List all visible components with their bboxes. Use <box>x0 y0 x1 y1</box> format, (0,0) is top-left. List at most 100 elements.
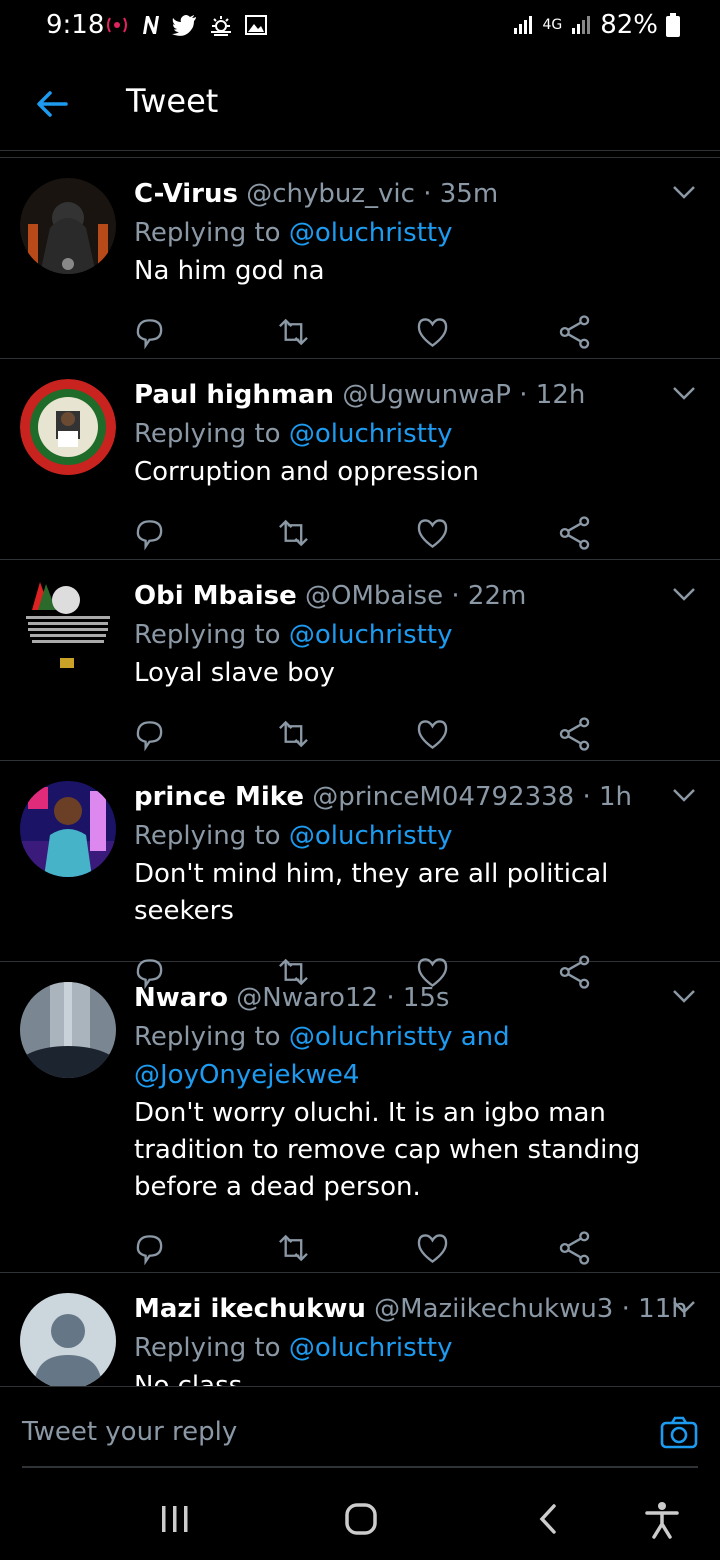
n-icon <box>143 16 159 34</box>
chevron-down-icon[interactable] <box>670 182 698 202</box>
replying-to: Replying to @oluchristty <box>134 415 700 453</box>
reply-to-link[interactable]: @oluchristty <box>289 1333 453 1363</box>
tweet[interactable]: Obi Mbaise @OMbaise · 22m Replying to @o… <box>0 560 720 761</box>
app-bar: Tweet <box>0 60 720 151</box>
display-name[interactable]: prince Mike <box>134 782 304 812</box>
retweet-icon[interactable] <box>276 312 418 352</box>
tweet-text: Don't mind him, they are all political s… <box>134 859 609 926</box>
replying-to-label: Replying to <box>134 1022 281 1052</box>
reply-icon[interactable] <box>134 1228 276 1268</box>
share-icon[interactable] <box>559 312 701 352</box>
share-icon[interactable] <box>559 1228 701 1268</box>
replying-to: Replying to @oluchristty and @JoyOnyejekw… <box>134 1018 700 1094</box>
user-handle: @Nwaro12 <box>236 983 379 1013</box>
weather-icon <box>211 16 231 36</box>
chevron-down-icon[interactable] <box>670 383 698 403</box>
back-arrow-icon[interactable] <box>32 84 72 124</box>
tweet[interactable]: prince Mike @princeM04792338 · 1h Replyi… <box>0 761 720 990</box>
avatar[interactable] <box>20 781 116 877</box>
tweet-header: Paul highman @UgwunwaP · 12h <box>134 375 700 415</box>
share-icon[interactable] <box>559 513 701 553</box>
reply-to-link[interactable]: @oluchristty <box>289 419 453 449</box>
tweet-header: C-Virus @chybuz_vic · 35m <box>134 174 700 214</box>
signal-icon-2 <box>572 16 591 34</box>
reply-to-link[interactable]: @oluchristty <box>289 821 453 851</box>
tweet-actions <box>134 513 700 553</box>
wireless-icon <box>107 17 127 33</box>
replying-to-label: Replying to <box>134 218 281 248</box>
twitter-icon <box>172 15 196 36</box>
like-icon[interactable] <box>417 714 559 754</box>
tweet[interactable]: Mazi ikechukwu @Maziikechukwu3 · 11h Rep… <box>0 1273 720 1386</box>
tweet[interactable]: C-Virus @chybuz_vic · 35m Replying to @o… <box>0 158 720 359</box>
tweet-time: · 15s <box>386 983 450 1013</box>
user-handle: @Maziikechukwu3 <box>374 1294 614 1324</box>
tweet-header: Nwaro @Nwaro12 · 15s <box>134 978 700 1018</box>
reply-icon[interactable] <box>134 513 276 553</box>
system-status: 4G 82% <box>512 10 680 40</box>
replying-to-label: Replying to <box>134 1333 281 1363</box>
chevron-down-icon[interactable] <box>670 986 698 1006</box>
recent-apps-icon[interactable] <box>156 1500 196 1540</box>
reply-to-link[interactable]: @oluchristty <box>289 620 453 650</box>
display-name[interactable]: Nwaro <box>134 983 228 1013</box>
tweet-header: prince Mike @princeM04792338 · 1h <box>134 777 700 817</box>
retweet-icon[interactable] <box>276 513 418 553</box>
tweet[interactable]: Paul highman @UgwunwaP · 12h Replying to… <box>0 359 720 560</box>
tweet-text: Na him god na <box>134 256 325 286</box>
reply-feed[interactable]: C-Virus @chybuz_vic · 35m Replying to @o… <box>0 158 720 1386</box>
back-icon[interactable] <box>530 1500 570 1540</box>
replying-to-label: Replying to <box>134 620 281 650</box>
tweet-text: Corruption and oppression <box>134 457 479 487</box>
avatar[interactable] <box>20 1293 116 1386</box>
tweet-header: Obi Mbaise @OMbaise · 22m <box>134 576 700 616</box>
avatar[interactable] <box>20 580 116 676</box>
display-name[interactable]: Obi Mbaise <box>134 581 297 611</box>
share-icon[interactable] <box>559 714 701 754</box>
like-icon[interactable] <box>417 1228 559 1268</box>
chevron-down-icon[interactable] <box>670 1297 698 1317</box>
replying-to: Replying to @oluchristty <box>134 1329 700 1367</box>
home-icon[interactable] <box>342 1500 382 1540</box>
replying-to: Replying to @oluchristty <box>134 817 700 855</box>
display-name[interactable]: Paul highman <box>134 380 334 410</box>
tweet-text: No class <box>134 1371 243 1386</box>
tweet-time: · 1h <box>582 782 633 812</box>
tweet-actions <box>134 312 700 352</box>
retweet-icon[interactable] <box>276 714 418 754</box>
reply-input[interactable]: Tweet your reply <box>22 1417 237 1447</box>
camera-icon[interactable] <box>660 1415 698 1449</box>
display-name[interactable]: C-Virus <box>134 179 238 209</box>
avatar[interactable] <box>20 178 116 274</box>
status-time: 9:18 <box>46 10 105 40</box>
accessibility-icon[interactable] <box>642 1500 682 1540</box>
battery-icon <box>666 13 680 37</box>
image-icon <box>245 15 267 35</box>
tweet-header: Mazi ikechukwu @Maziikechukwu3 · 11h <box>134 1289 700 1329</box>
user-handle: @OMbaise <box>305 581 444 611</box>
reply-icon[interactable] <box>134 312 276 352</box>
reply-to-link[interactable]: @oluchristty and <box>289 1022 510 1052</box>
tweet-actions <box>134 1228 700 1268</box>
chevron-down-icon[interactable] <box>670 584 698 604</box>
notification-icons <box>104 14 268 36</box>
retweet-icon[interactable] <box>276 1228 418 1268</box>
reply-to-link[interactable]: @oluchristty <box>289 218 453 248</box>
chevron-down-icon[interactable] <box>670 785 698 805</box>
replying-to-label: Replying to <box>134 419 281 449</box>
system-nav-bar <box>0 1470 720 1560</box>
display-name[interactable]: Mazi ikechukwu <box>134 1294 366 1324</box>
network-type: 4G <box>542 17 563 33</box>
reply-bar: Tweet your reply <box>0 1386 720 1467</box>
battery-percent: 82% <box>600 10 658 40</box>
avatar[interactable] <box>20 379 116 475</box>
replying-to: Replying to @oluchristty <box>134 616 700 654</box>
avatar[interactable] <box>20 982 116 1078</box>
tweet-time: · 22m <box>451 581 527 611</box>
tweet[interactable]: Nwaro @Nwaro12 · 15s Replying to @oluchr… <box>0 962 720 1273</box>
like-icon[interactable] <box>417 312 559 352</box>
like-icon[interactable] <box>417 513 559 553</box>
reply-to-link-2[interactable]: @JoyOnyejekwe4 <box>134 1060 359 1090</box>
replying-to: Replying to @oluchristty <box>134 214 700 252</box>
reply-icon[interactable] <box>134 714 276 754</box>
